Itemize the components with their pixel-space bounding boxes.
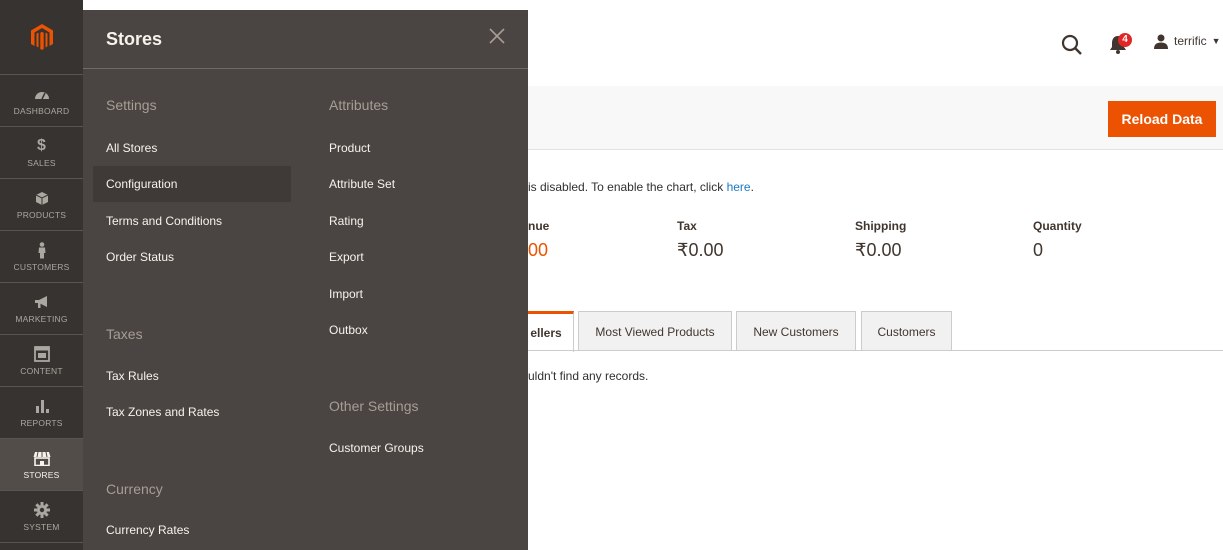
total-value: ₹0.00 xyxy=(855,240,902,260)
total-label: Tax xyxy=(677,219,697,233)
total-shipping: Shipping ₹0.00 xyxy=(855,219,906,261)
total-label: Shipping xyxy=(855,219,907,233)
menu-item-label: MARKETING xyxy=(15,314,68,324)
notifications-button[interactable]: 4 xyxy=(1105,31,1135,57)
link-tax-zones-and-rates[interactable]: Tax Zones and Rates xyxy=(106,405,219,419)
magento-logo[interactable] xyxy=(0,0,83,74)
menu-item-products[interactable]: PRODUCTS xyxy=(0,178,83,230)
section-title-settings: Settings xyxy=(106,97,157,113)
admin-menu: DASHBOARD $ SALES PRODUCTS CUSTOMERS MAR… xyxy=(0,0,83,550)
person-icon xyxy=(31,241,53,259)
menu-item-label: REPORTS xyxy=(20,418,63,428)
flyout-divider xyxy=(83,68,528,69)
megaphone-icon xyxy=(31,293,53,311)
reload-data-button[interactable]: Reload Data xyxy=(1108,101,1216,137)
notification-count-badge: 4 xyxy=(1118,33,1132,47)
chart-message-text: is disabled. To enable the chart, click xyxy=(528,180,727,194)
dollar-icon: $ xyxy=(37,137,46,154)
tab-new-customers[interactable]: New Customers xyxy=(736,311,856,351)
menu-item-customers[interactable]: CUSTOMERS xyxy=(0,230,83,282)
bar-chart-icon xyxy=(31,397,53,415)
tabs-divider xyxy=(528,350,1223,351)
menu-item-label: DASHBOARD xyxy=(13,106,70,116)
user-icon xyxy=(1154,34,1168,49)
enable-chart-link[interactable]: here xyxy=(727,180,751,194)
user-account-button[interactable]: terrific ▼ xyxy=(1153,33,1221,49)
chevron-down-icon: ▼ xyxy=(1211,36,1221,46)
section-title-taxes: Taxes xyxy=(106,326,143,342)
layout-icon xyxy=(31,345,53,363)
total-value: ₹0.00 xyxy=(677,240,724,260)
menu-item-dashboard[interactable]: DASHBOARD xyxy=(0,74,83,126)
section-title-attributes: Attributes xyxy=(329,97,389,113)
link-all-stores[interactable]: All Stores xyxy=(106,141,157,155)
box-icon xyxy=(31,189,53,207)
empty-records-message: uldn't find any records. xyxy=(528,369,649,383)
menu-item-label: PRODUCTS xyxy=(16,210,67,220)
menu-item-label: SALES xyxy=(27,158,56,168)
menu-item-sales[interactable]: $ SALES xyxy=(0,126,83,178)
search-icon[interactable] xyxy=(1059,32,1085,58)
link-customer-groups[interactable]: Customer Groups xyxy=(329,441,424,455)
total-quantity: Quantity 0 xyxy=(1033,219,1082,261)
menu-item-reports[interactable]: REPORTS xyxy=(0,386,83,438)
gear-icon xyxy=(31,501,53,519)
menu-item-label: STORES xyxy=(23,470,60,480)
close-icon[interactable] xyxy=(489,28,505,44)
tab-customers[interactable]: Customers xyxy=(861,311,952,351)
link-terms-and-conditions[interactable]: Terms and Conditions xyxy=(106,214,222,228)
link-currency-rates[interactable]: Currency Rates xyxy=(106,523,189,537)
section-title-other-settings: Other Settings xyxy=(329,398,419,414)
link-export[interactable]: Export xyxy=(329,250,364,264)
menu-item-partial[interactable] xyxy=(0,542,83,550)
stores-flyout-menu: Stores Settings All Stores Configuration… xyxy=(83,10,528,550)
chart-disabled-message: is disabled. To enable the chart, click … xyxy=(528,180,754,194)
link-rating[interactable]: Rating xyxy=(329,214,364,228)
menu-item-marketing[interactable]: MARKETING xyxy=(0,282,83,334)
link-tax-rules[interactable]: Tax Rules xyxy=(106,369,159,383)
menu-item-content[interactable]: CONTENT xyxy=(0,334,83,386)
link-order-status[interactable]: Order Status xyxy=(106,250,174,264)
total-value: 00 xyxy=(528,240,549,260)
magento-logo-icon xyxy=(30,24,53,50)
dashboard-icon xyxy=(31,85,53,103)
menu-item-stores[interactable]: STORES xyxy=(0,438,83,490)
chart-message-end: . xyxy=(750,180,754,194)
total-value: 0 xyxy=(1033,240,1044,260)
menu-item-label: CONTENT xyxy=(20,366,63,376)
total-tax: Tax ₹0.00 xyxy=(677,219,724,261)
section-title-currency: Currency xyxy=(106,481,163,497)
tab-most-viewed-products[interactable]: Most Viewed Products xyxy=(578,311,732,351)
total-label: nue xyxy=(528,219,550,233)
link-product[interactable]: Product xyxy=(329,141,370,155)
store-icon xyxy=(31,449,53,467)
user-name: terrific xyxy=(1174,34,1207,48)
menu-item-system[interactable]: SYSTEM xyxy=(0,490,83,542)
link-outbox[interactable]: Outbox xyxy=(329,323,368,337)
menu-item-label: CUSTOMERS xyxy=(13,262,70,272)
link-configuration[interactable]: Configuration xyxy=(93,166,291,202)
total-label: Quantity xyxy=(1033,219,1082,233)
link-attribute-set[interactable]: Attribute Set xyxy=(329,177,395,191)
link-import[interactable]: Import xyxy=(329,287,363,301)
menu-item-label: SYSTEM xyxy=(23,522,60,532)
total-revenue: nue 00 xyxy=(528,219,549,261)
flyout-title: Stores xyxy=(106,29,163,49)
